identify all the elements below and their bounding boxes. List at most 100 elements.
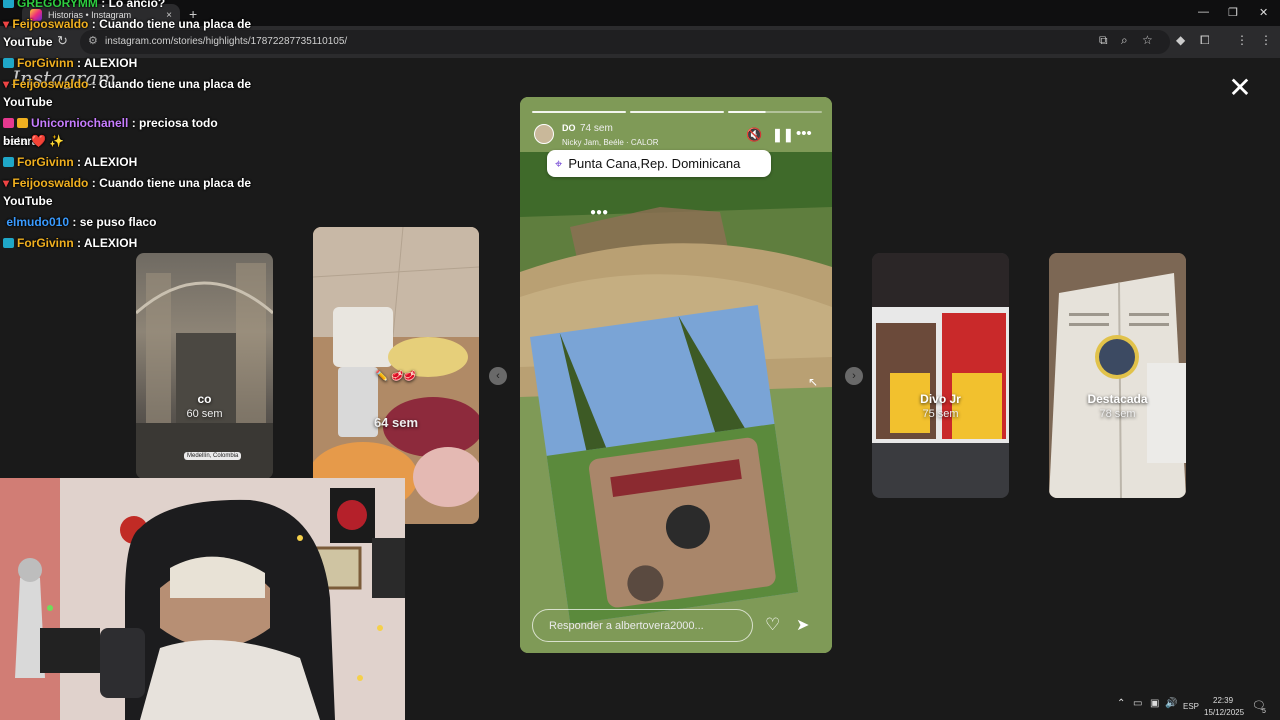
side-story-2-time: 64 sem bbox=[373, 415, 419, 430]
chat-badge-icon bbox=[3, 118, 14, 128]
chat-text: bien ❤️ ✨ bbox=[3, 134, 65, 148]
chat-message: ▾ Feijooswaldo : Cuando tiene una placa … bbox=[3, 176, 252, 190]
chat-badge-icon: ▾ bbox=[3, 17, 10, 31]
clock-date[interactable]: 15/12/2025 bbox=[1204, 708, 1244, 717]
side-story-1[interactable]: co 60 sem Medellín, Colombia bbox=[136, 253, 273, 479]
chat-message: ForGivinn : ALEXIOH bbox=[3, 234, 253, 252]
chat-text: Lo ancio? bbox=[108, 0, 166, 10]
chat-message: YouTube bbox=[3, 93, 253, 111]
chat-message: ForGivinn : ALEXIOH bbox=[3, 153, 253, 171]
typing-dots-icon: ●●● bbox=[590, 207, 609, 218]
next-story-button[interactable]: › bbox=[845, 367, 863, 385]
profile-icon[interactable]: ⋮ bbox=[1236, 33, 1248, 47]
side-story-3-name: Divo Jr bbox=[920, 392, 961, 406]
language-indicator[interactable]: ESP bbox=[1183, 702, 1199, 711]
notification-count: 5 bbox=[1262, 708, 1266, 715]
webcam-image bbox=[0, 478, 405, 720]
chat-text: ALEXIOH bbox=[83, 236, 138, 250]
heart-icon[interactable]: ♡ bbox=[765, 615, 780, 635]
chat-user: Unicorniochanell bbox=[31, 116, 129, 130]
mute-icon[interactable]: 🔇 bbox=[746, 127, 762, 143]
side-story-2-sticker: ✏️ 🥩🥩 bbox=[375, 371, 417, 382]
chat-text: YouTube bbox=[3, 194, 53, 208]
chat-badge-icon bbox=[3, 58, 14, 68]
side-story-4-image bbox=[1049, 253, 1186, 498]
chat-badge-icon bbox=[3, 157, 14, 167]
close-stories-button[interactable]: ✕ bbox=[1226, 74, 1254, 102]
chat-text: se puso flaco bbox=[79, 215, 157, 229]
webcam-overlay bbox=[0, 478, 405, 720]
chat-badge-icon: ▾ bbox=[3, 77, 10, 91]
side-story-1-image bbox=[136, 263, 273, 479]
location-pin-icon: ⌖ bbox=[555, 155, 563, 171]
location-sticker[interactable]: ⌖ Punta Cana,Rep. Dominicana bbox=[547, 150, 771, 177]
main-story[interactable]: DO 74 sem Nicky Jam, Beéle · CALOR 🔇 ❚❚ … bbox=[520, 97, 832, 653]
story-avatar[interactable] bbox=[534, 124, 554, 144]
side-story-1-time: 60 sem bbox=[186, 408, 223, 420]
tray-app-icon[interactable]: ▭ bbox=[1133, 698, 1142, 709]
window-close-button[interactable]: ✕ bbox=[1259, 6, 1268, 19]
side-story-4-name: Destacada bbox=[1087, 392, 1148, 406]
bookmark-star-icon[interactable]: ☆ bbox=[1142, 33, 1153, 47]
chat-user: Feijooswaldo bbox=[12, 176, 89, 190]
reply-input[interactable]: Responder a albertovera2000... bbox=[532, 609, 753, 642]
chat-message: YouTube bbox=[3, 192, 253, 210]
chat-message: YouTube bbox=[3, 33, 253, 51]
chat-badge-icon bbox=[3, 238, 14, 248]
side-story-1-name: co bbox=[197, 392, 212, 406]
story-image bbox=[520, 97, 832, 653]
story-progress-2 bbox=[630, 111, 724, 113]
chat-text: ALEXIOH bbox=[83, 155, 138, 169]
story-music[interactable]: Nicky Jam, Beéle · CALOR bbox=[562, 138, 658, 147]
more-icon[interactable]: ••• bbox=[796, 125, 812, 142]
chat-text: Cuando tiene una placa de bbox=[99, 77, 252, 91]
zoom-icon[interactable]: ⌕ bbox=[1121, 33, 1128, 48]
prev-story-button[interactable]: ‹ bbox=[489, 367, 507, 385]
extension-icon[interactable]: ◆ bbox=[1176, 33, 1185, 47]
battery-icon[interactable]: ▣ bbox=[1150, 698, 1159, 709]
pause-icon[interactable]: ❚❚ bbox=[772, 127, 794, 143]
chat-text: YouTube bbox=[3, 35, 53, 49]
chat-message: elmudo010 : se puso flaco bbox=[6, 215, 157, 229]
chat-message: ▾ Feijooswaldo : Cuando tiene una placa … bbox=[3, 17, 252, 31]
story-time: 74 sem bbox=[580, 123, 613, 134]
story-username[interactable]: DO bbox=[562, 123, 576, 133]
chat-user: ForGivinn bbox=[17, 56, 74, 70]
tray-chevron-icon[interactable]: ⌃ bbox=[1117, 698, 1125, 709]
chat-badge-icon: ▾ bbox=[3, 176, 10, 190]
chat-text: Cuando tiene una placa de bbox=[99, 176, 252, 190]
side-story-3-time: 75 sem bbox=[922, 408, 959, 420]
minimize-button[interactable]: — bbox=[1198, 6, 1209, 18]
chat-user: ForGivinn bbox=[17, 236, 74, 250]
side-story-4[interactable]: Destacada 78 sem bbox=[1049, 253, 1186, 498]
chat-message: ForGivinn : ALEXIOH bbox=[3, 54, 253, 72]
screen: Historias • Instagram × + — ❐ ✕ ← → ↻ ⚙ … bbox=[0, 0, 1280, 720]
clock-time[interactable]: 22:39 bbox=[1213, 696, 1233, 705]
mouse-cursor-icon: ↖ bbox=[808, 375, 819, 389]
chat-message: GREGORYMM : Lo ancio? bbox=[3, 0, 253, 12]
menu-icon[interactable]: ⋮ bbox=[1260, 33, 1272, 47]
extensions-puzzle-icon[interactable]: ⧠ bbox=[1200, 33, 1210, 48]
chat-user: elmudo010 bbox=[6, 215, 70, 229]
chat-badge-icon bbox=[17, 118, 28, 128]
chat-message: bien ❤️ ✨ bbox=[3, 132, 253, 150]
chat-user: Feijooswaldo bbox=[12, 17, 89, 31]
location-text: Punta Cana,Rep. Dominicana bbox=[568, 156, 741, 171]
restore-button[interactable]: ❐ bbox=[1228, 6, 1238, 19]
chat-badge-icon bbox=[3, 0, 14, 8]
chat-message: ▾ Feijooswaldo : Cuando tiene una placa … bbox=[3, 77, 252, 91]
side-story-3[interactable]: Divo Jr 75 sem bbox=[872, 253, 1009, 498]
side-story-3-image bbox=[872, 253, 1009, 443]
chat-text: Cuando tiene una placa de bbox=[99, 17, 252, 31]
chat-user: GREGORYMM bbox=[17, 0, 98, 10]
share-icon[interactable]: ➤ bbox=[796, 615, 809, 635]
volume-icon[interactable]: 🔊 bbox=[1165, 698, 1177, 709]
install-app-icon[interactable]: ⧉ bbox=[1099, 33, 1108, 48]
story-progress-3 bbox=[728, 111, 822, 113]
chat-text: YouTube bbox=[3, 95, 53, 109]
side-story-4-time: 78 sem bbox=[1099, 408, 1136, 420]
story-progress-1 bbox=[532, 111, 626, 113]
chat-user: Feijooswaldo bbox=[12, 77, 89, 91]
chat-text: ALEXIOH bbox=[83, 56, 138, 70]
chat-user: ForGivinn bbox=[17, 155, 74, 169]
